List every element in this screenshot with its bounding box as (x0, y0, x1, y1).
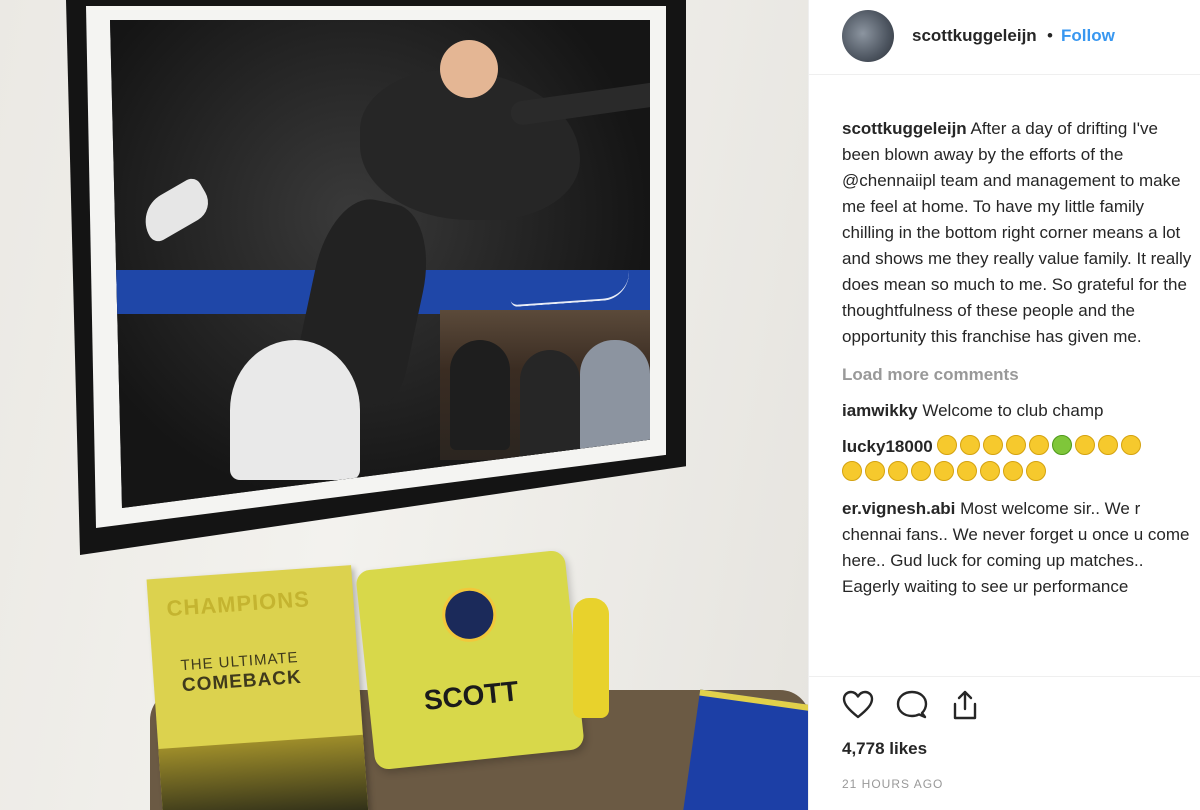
book-title: CHAMPIONS (165, 586, 311, 622)
emoji-icon (934, 461, 954, 481)
caption-username[interactable]: scottkuggeleijn (842, 119, 967, 138)
emoji-icon (957, 461, 977, 481)
follow-button[interactable]: Follow (1061, 26, 1115, 46)
comment: er.vignesh.abi Most welcome sir.. We r c… (842, 496, 1197, 600)
emoji-icon (888, 461, 908, 481)
champions-book: CHAMPIONS THE ULTIMATE COMEBACK (146, 565, 369, 810)
emoji-icon (983, 435, 1004, 455)
emoji-icon (1003, 461, 1023, 481)
super-kings-logo (439, 585, 499, 645)
caption-text: After a day of drifting I've been blown … (842, 119, 1192, 346)
emoji-icon (937, 435, 958, 455)
post-header: scottkuggeleijn • Follow (809, 0, 1200, 75)
emoji-icon (911, 461, 931, 481)
comment-username[interactable]: lucky18000 (842, 437, 933, 456)
comment-username[interactable]: er.vignesh.abi (842, 499, 955, 518)
comment-text: Welcome to club champ (922, 401, 1104, 420)
emoji-icon (842, 461, 862, 481)
pillow-name: SCOTT (422, 675, 520, 716)
share-icon[interactable] (949, 689, 981, 721)
caption: scottkuggeleijn After a day of drifting … (842, 116, 1197, 350)
post-sidebar: scottkuggeleijn • Follow scottkuggeleijn… (808, 0, 1200, 810)
comment: lucky18000 (842, 434, 1200, 486)
emoji-icon (1121, 435, 1142, 455)
heart-icon[interactable] (842, 689, 874, 721)
post-actions: 4,778 likes 21 HOURS AGO (809, 676, 1200, 810)
avatar[interactable] (842, 10, 894, 62)
framed-cricket-print (110, 20, 650, 508)
emoji-icon (1075, 435, 1096, 455)
emoji-icon (1026, 461, 1046, 481)
yellow-pillow: SCOTT (355, 549, 585, 771)
emoji-icon (1052, 435, 1073, 455)
yellow-bottle (573, 598, 609, 718)
separator-dot: • (1047, 26, 1053, 45)
header-username[interactable]: scottkuggeleijn (912, 26, 1037, 46)
load-more-comments-button[interactable]: Load more comments (842, 362, 1200, 388)
likes-count[interactable]: 4,778 likes (842, 739, 927, 759)
emoji-icon (865, 461, 885, 481)
post-timestamp: 21 HOURS AGO (842, 777, 944, 791)
emoji-icon (960, 435, 981, 455)
comment: iamwikky Welcome to club champ (842, 398, 1197, 424)
emoji-icon (1029, 435, 1050, 455)
comment-icon[interactable] (896, 689, 928, 721)
emoji-icon (1098, 435, 1119, 455)
post-photo[interactable]: CHAMPIONS THE ULTIMATE COMEBACK SCOTT (0, 0, 808, 810)
emoji-icon (1006, 435, 1027, 455)
blue-blanket (681, 689, 808, 810)
fielder-figure (230, 340, 360, 480)
emoji-icon (980, 461, 1000, 481)
comment-username[interactable]: iamwikky (842, 401, 918, 420)
comments-list[interactable]: scottkuggeleijn After a day of drifting … (842, 116, 1200, 664)
